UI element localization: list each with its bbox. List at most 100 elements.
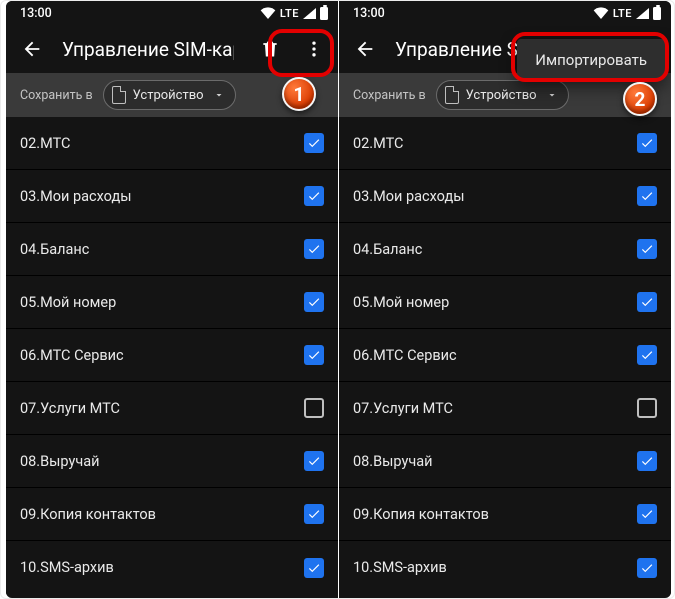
contact-name: 07.Услуги МТС (353, 400, 453, 417)
contact-row[interactable]: 04.Баланс (339, 223, 671, 276)
contact-row[interactable]: 10.SMS-архив (6, 541, 338, 594)
contact-name: 04.Баланс (353, 241, 422, 258)
contact-row[interactable]: 02.МТС (339, 117, 671, 170)
contact-checkbox[interactable] (637, 186, 657, 206)
contact-checkbox[interactable] (637, 292, 657, 312)
contact-checkbox[interactable] (304, 292, 324, 312)
status-icons: LTE (593, 7, 661, 20)
save-to-label: Сохранить в (353, 88, 426, 103)
contact-row[interactable]: 03.Мои расходы (339, 170, 671, 223)
check-icon (307, 189, 321, 203)
contact-row[interactable]: 08.Выручай (339, 435, 671, 488)
check-icon (307, 136, 321, 150)
page-title: Управление SIM-картой (62, 38, 234, 61)
contact-checkbox[interactable] (637, 504, 657, 524)
device-icon (445, 86, 459, 104)
contact-row[interactable]: 04.Баланс (6, 223, 338, 276)
wifi-icon (260, 7, 276, 19)
contact-name: 02.МТС (20, 135, 70, 152)
check-icon (307, 561, 321, 575)
contact-name: 10.SMS-архив (353, 559, 447, 576)
contact-list-right: 02.МТС 03.Мои расходы 04.Баланс 05.Мой номе… (339, 117, 671, 598)
save-to-bar: Сохранить в Устройство (6, 73, 338, 117)
phone-screen-left: 13:00 LTE Управление SIM-картой (6, 1, 338, 598)
contact-checkbox[interactable] (637, 398, 657, 418)
check-icon (307, 507, 321, 521)
contact-name: 03.Мои расходы (20, 188, 131, 205)
contact-name: 08.Выручай (353, 453, 432, 470)
contact-name: 02.МТС (353, 135, 403, 152)
contact-name: 07.Услуги МТС (20, 400, 120, 417)
contact-name: 04.Баланс (20, 241, 89, 258)
contact-checkbox[interactable] (304, 186, 324, 206)
trash-icon (260, 39, 280, 59)
status-time: 13:00 (20, 6, 52, 21)
contact-checkbox[interactable] (637, 558, 657, 578)
delete-button[interactable] (252, 31, 288, 67)
contact-row[interactable]: 05.Мой номер (339, 276, 671, 329)
check-icon (640, 242, 654, 256)
check-icon (640, 561, 654, 575)
contact-row[interactable]: 07.Услуги МТС (339, 382, 671, 435)
status-icons: LTE (260, 7, 328, 20)
arrow-left-icon (354, 38, 376, 60)
contact-checkbox[interactable] (304, 398, 324, 418)
contact-row[interactable]: 03.Мои расходы (6, 170, 338, 223)
check-icon (640, 454, 654, 468)
contact-name: 09.Копия контактов (20, 506, 156, 523)
save-to-label: Сохранить в (20, 88, 93, 103)
contact-checkbox[interactable] (637, 451, 657, 471)
lte-label: LTE (613, 7, 632, 20)
contact-row[interactable]: 09.Копия контактов (339, 488, 671, 541)
battery-icon (653, 7, 661, 20)
device-chip[interactable]: Устройство (103, 80, 236, 110)
contact-row[interactable]: 05.Мой номер (6, 276, 338, 329)
signal-icon (303, 8, 316, 19)
contact-row[interactable]: 06.МТС Сервис (339, 329, 671, 382)
more-vert-icon (304, 39, 324, 59)
check-icon (307, 295, 321, 309)
arrow-left-icon (21, 38, 43, 60)
app-bar: Управление SIM-картой (6, 25, 338, 73)
contact-checkbox[interactable] (304, 133, 324, 153)
contact-checkbox[interactable] (304, 504, 324, 524)
device-icon (112, 86, 126, 104)
check-icon (640, 189, 654, 203)
device-chip-label: Устройство (133, 88, 204, 103)
contact-row[interactable]: 07.Услуги МТС (6, 382, 338, 435)
device-chip-label: Устройство (466, 88, 537, 103)
check-icon (307, 242, 321, 256)
contact-name: 08.Выручай (20, 453, 99, 470)
status-time: 13:00 (353, 6, 385, 21)
contact-row[interactable]: 08.Выручай (6, 435, 338, 488)
contact-checkbox[interactable] (637, 239, 657, 259)
back-button[interactable] (353, 37, 377, 61)
overflow-popup: Импортировать (517, 39, 665, 81)
chevron-down-icon (213, 89, 225, 101)
contact-row[interactable]: 09.Копия контактов (6, 488, 338, 541)
import-menu-item[interactable]: Импортировать (535, 51, 647, 69)
check-icon (307, 454, 321, 468)
contact-checkbox[interactable] (637, 345, 657, 365)
contact-name: 05.Мой номер (20, 294, 116, 311)
contact-checkbox[interactable] (304, 239, 324, 259)
check-icon (307, 348, 321, 362)
contact-checkbox[interactable] (304, 451, 324, 471)
signal-icon (636, 8, 649, 19)
contact-name: 09.Копия контактов (353, 506, 489, 523)
phone-screen-right: 13:00 LTE Управление SI Сохранить в (339, 1, 671, 598)
contact-row[interactable]: 06.МТС Сервис (6, 329, 338, 382)
check-icon (640, 348, 654, 362)
back-button[interactable] (20, 37, 44, 61)
contact-row[interactable]: 10.SMS-архив (339, 541, 671, 594)
device-chip[interactable]: Устройство (436, 80, 569, 110)
contact-row[interactable]: 02.МТС (6, 117, 338, 170)
status-bar: 13:00 LTE (6, 1, 338, 25)
contact-checkbox[interactable] (304, 345, 324, 365)
contact-checkbox[interactable] (304, 558, 324, 578)
more-menu-button[interactable] (296, 31, 332, 67)
chevron-down-icon (546, 89, 558, 101)
wifi-icon (593, 7, 609, 19)
contact-checkbox[interactable] (637, 133, 657, 153)
check-icon (640, 507, 654, 521)
